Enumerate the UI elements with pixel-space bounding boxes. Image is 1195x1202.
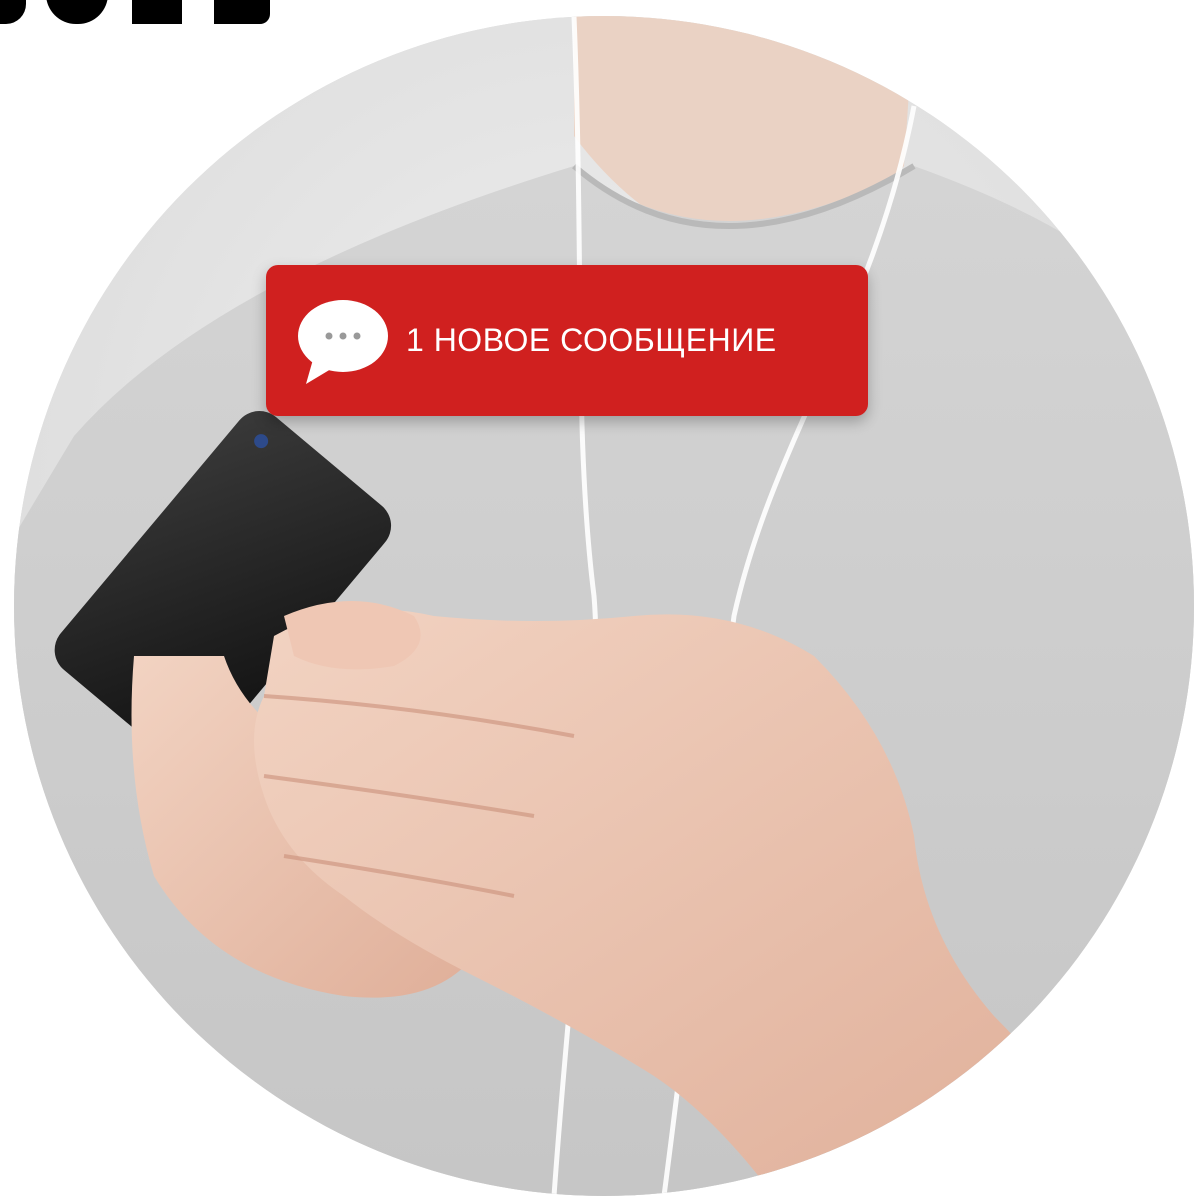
cropped-heading — [0, 0, 300, 28]
canvas: 1 НОВОЕ СООБЩЕНИЕ — [0, 0, 1195, 1202]
notification-text: 1 НОВОЕ СООБЩЕНИЕ — [406, 322, 777, 358]
new-message-notification[interactable]: 1 НОВОЕ СООБЩЕНИЕ — [266, 265, 868, 416]
photo-circle — [14, 16, 1194, 1196]
chat-bubble-icon — [296, 296, 390, 386]
person-holding-smartphone-photo — [14, 16, 1194, 1196]
